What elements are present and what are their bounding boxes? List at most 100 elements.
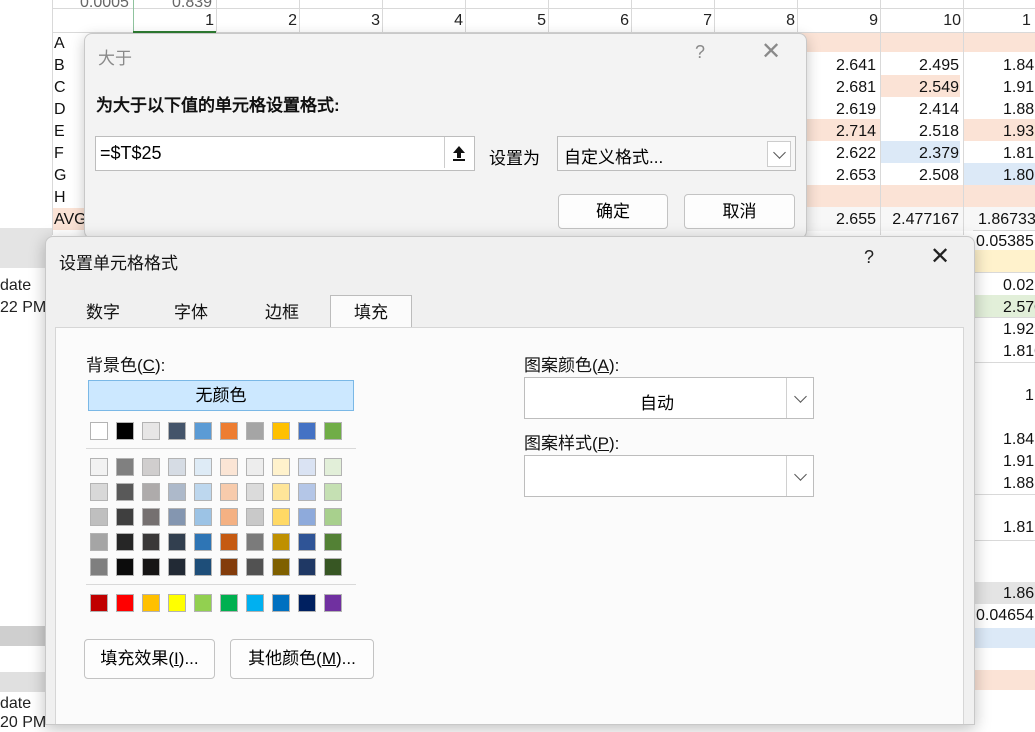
tab-number[interactable]: 数字 [60,296,146,327]
cell-value[interactable]: 1.86733 [978,211,1035,229]
tint-color-swatch[interactable] [116,508,134,526]
reference-input[interactable]: =$T$25 [95,136,475,171]
more-colors-button[interactable]: 其他颜色(M)... [230,639,374,679]
column-header[interactable]: 6 [549,12,629,32]
tint-color-swatch[interactable] [220,533,238,551]
cell-value[interactable]: 1.80 [1003,167,1034,185]
theme-color-swatch[interactable] [298,422,316,440]
cell-value[interactable]: 1.86 [1003,585,1034,603]
tint-color-swatch[interactable] [194,483,212,501]
tint-color-swatch[interactable] [272,483,290,501]
column-header[interactable]: 3 [300,12,380,32]
chevron-down-icon[interactable] [767,141,791,167]
tint-color-swatch[interactable] [90,483,108,501]
theme-color-swatch[interactable] [324,422,342,440]
cell-value[interactable]: 2.641 [800,57,876,75]
theme-color-swatch[interactable] [220,422,238,440]
standard-color-swatch[interactable] [272,594,290,612]
cell-value[interactable]: 1.81081 [1003,343,1035,361]
column-header[interactable]: 5 [466,12,546,32]
tint-color-swatch[interactable] [220,508,238,526]
tint-color-swatch[interactable] [324,533,342,551]
close-icon[interactable]: ✕ [761,40,781,64]
tint-color-swatch[interactable] [116,533,134,551]
cell-value[interactable]: 1.91 [1003,453,1034,471]
row-header[interactable]: AVG [54,211,87,229]
theme-color-swatch[interactable] [272,422,290,440]
tint-color-swatch[interactable] [194,533,212,551]
standard-color-swatch[interactable] [324,594,342,612]
ok-button[interactable]: 确定 [558,194,668,229]
standard-color-swatch[interactable] [220,594,238,612]
theme-color-swatch[interactable] [116,422,134,440]
cell-value[interactable]: 2.714 [800,123,876,141]
tint-color-swatch[interactable] [324,483,342,501]
tint-color-swatch[interactable] [298,483,316,501]
standard-color-swatch[interactable] [90,594,108,612]
row-header[interactable]: C [54,79,66,97]
tint-color-swatch[interactable] [246,458,264,476]
tint-color-swatch[interactable] [298,533,316,551]
row-header[interactable]: A [54,35,65,53]
tab-font[interactable]: 字体 [148,296,234,327]
cell-value[interactable]: 2.681 [800,79,876,97]
standard-color-swatch[interactable] [298,594,316,612]
cancel-button[interactable]: 取消 [684,194,795,229]
cell-value[interactable]: 1.84 [1003,57,1034,75]
cell-value[interactable]: 1 [1025,387,1034,405]
fill-effects-button[interactable]: 填充效果(I)... [84,639,215,679]
tint-color-swatch[interactable] [324,558,342,576]
tint-color-swatch[interactable] [142,458,160,476]
tint-color-swatch[interactable] [246,558,264,576]
standard-color-swatch[interactable] [142,594,160,612]
tint-color-swatch[interactable] [246,533,264,551]
theme-color-swatch[interactable] [90,422,108,440]
help-icon[interactable]: ? [864,247,874,268]
cell-value[interactable]: 2.477167 [883,211,959,229]
cell-value[interactable]: 0.04654 [976,607,1034,625]
cell-value[interactable]: 2.379 [883,145,959,163]
tint-color-swatch[interactable] [246,508,264,526]
tint-color-swatch[interactable] [246,483,264,501]
column-header[interactable]: 7 [632,12,712,32]
tint-color-swatch[interactable] [194,458,212,476]
tint-color-swatch[interactable] [90,558,108,576]
format-select[interactable]: 自定义格式... [557,136,796,171]
cell-value[interactable]: 1.93 [1003,123,1034,141]
tint-color-swatch[interactable] [220,558,238,576]
tint-color-swatch[interactable] [298,558,316,576]
column-header[interactable]: 1 [134,12,214,32]
tint-color-swatch[interactable] [194,558,212,576]
tint-color-swatch[interactable] [142,508,160,526]
tint-color-swatch[interactable] [90,458,108,476]
tint-color-swatch[interactable] [298,508,316,526]
row-header[interactable]: G [54,167,66,185]
cell-value[interactable]: 0.05385 [976,233,1034,251]
help-icon[interactable]: ? [695,42,705,63]
cell-value[interactable]: 0.02198 [1003,277,1035,295]
cell-value[interactable]: 2.414 [883,101,959,119]
cell-value[interactable]: 1.81 [1003,519,1034,537]
tint-color-swatch[interactable] [194,508,212,526]
cell-value[interactable]: 2.655 [800,211,876,229]
cell-value[interactable]: 2.495 [883,57,959,75]
standard-color-swatch[interactable] [194,594,212,612]
tint-color-swatch[interactable] [90,533,108,551]
chevron-down-icon[interactable] [786,378,813,418]
no-color-button[interactable]: 无颜色 [88,380,354,411]
tint-color-swatch[interactable] [142,533,160,551]
cell-value[interactable]: 1.88 [1003,101,1034,119]
column-header[interactable]: 1 [964,12,1035,32]
theme-color-swatch[interactable] [246,422,264,440]
cell-value[interactable]: 1.91 [1003,79,1034,97]
cell-value[interactable]: 1.92385 [1003,321,1035,339]
row-header[interactable]: D [54,101,66,119]
close-icon[interactable]: ✕ [930,245,950,269]
row-header[interactable]: B [54,57,65,75]
row-header[interactable]: E [54,123,65,141]
cell-value[interactable]: 2.622 [800,145,876,163]
theme-color-swatch[interactable] [168,422,186,440]
tint-color-swatch[interactable] [168,558,186,576]
tint-color-swatch[interactable] [168,533,186,551]
column-header[interactable]: 4 [383,12,463,32]
